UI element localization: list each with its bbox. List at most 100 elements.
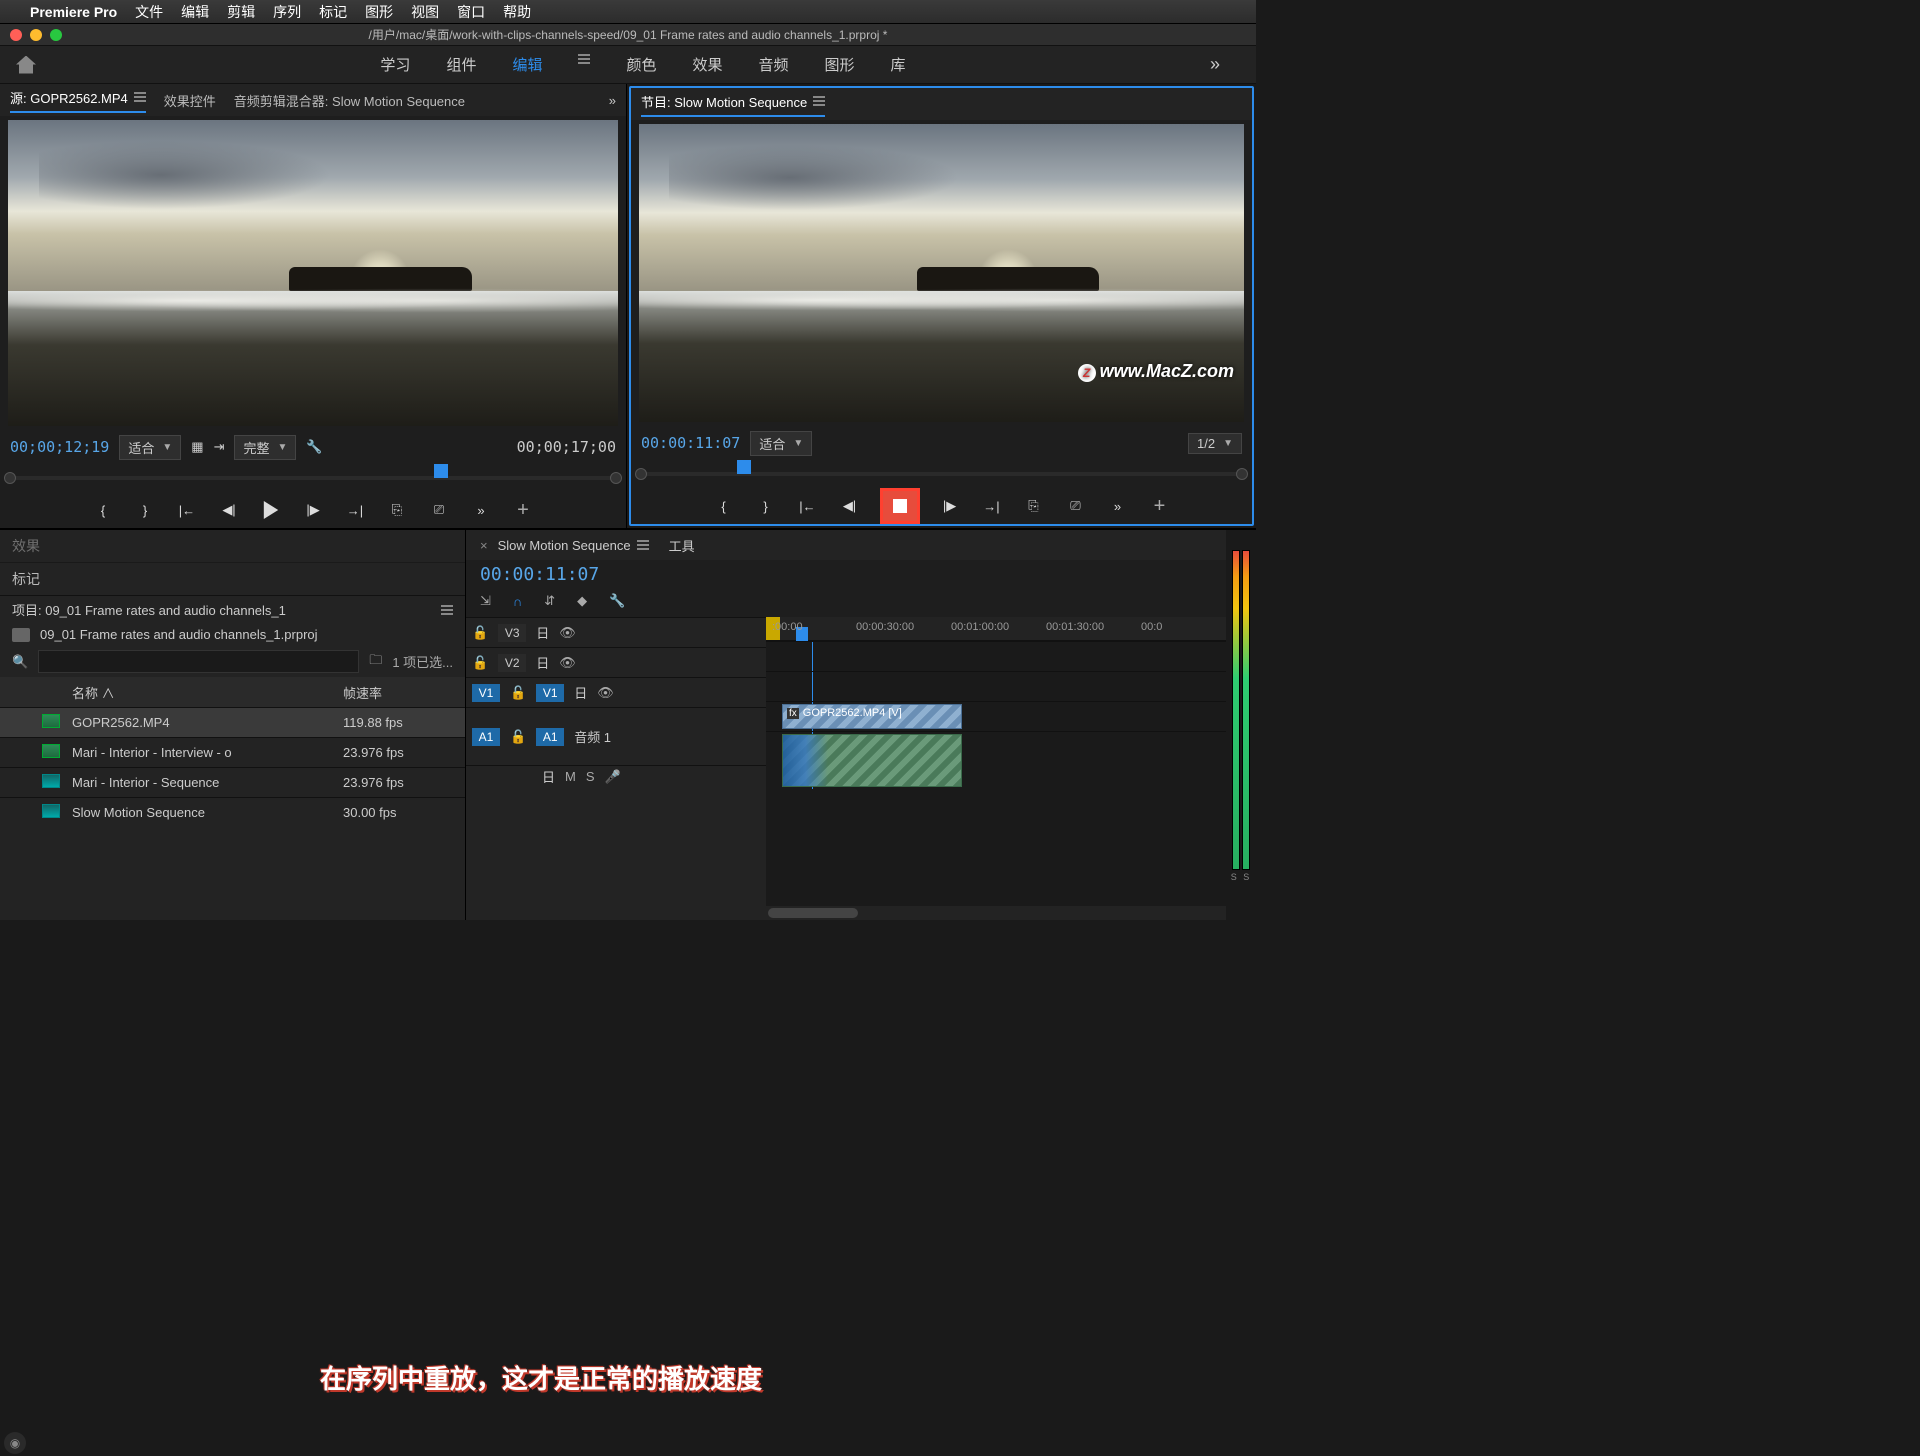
tab-program-menu-icon[interactable] bbox=[813, 96, 825, 106]
source-patch-a1[interactable]: A1 bbox=[472, 728, 500, 746]
creative-cloud-icon[interactable]: ◉ bbox=[4, 1432, 26, 1454]
source-tabs-overflow-icon[interactable]: » bbox=[609, 93, 616, 108]
step-back-icon[interactable]: ◀| bbox=[217, 498, 241, 522]
source-patch-v1[interactable]: V1 bbox=[472, 684, 500, 702]
toggle-output-icon[interactable]: 日 bbox=[536, 623, 549, 642]
source-settings-icon[interactable]: 🔧 bbox=[306, 439, 322, 455]
workspace-effects[interactable]: 效果 bbox=[692, 54, 722, 75]
step-forward-icon[interactable]: |▶ bbox=[938, 494, 962, 518]
col-name-header[interactable]: 名称 ∧ bbox=[72, 683, 343, 702]
source-resolution-dropdown[interactable]: 完整▼ bbox=[234, 435, 296, 460]
lock-icon[interactable]: 🔓 bbox=[510, 685, 526, 701]
menu-edit[interactable]: 编辑 bbox=[181, 2, 209, 22]
settings-icon[interactable]: ▦ bbox=[191, 439, 203, 455]
eye-icon[interactable]: 👁 bbox=[559, 655, 576, 671]
lock-icon[interactable]: 🔓 bbox=[472, 655, 488, 671]
a1-lane[interactable] bbox=[766, 731, 1226, 789]
program-zoom-dropdown[interactable]: 适合▼ bbox=[750, 431, 812, 456]
source-zoom-dropdown[interactable]: 适合▼ bbox=[119, 435, 181, 460]
transport-overflow-icon[interactable]: » bbox=[469, 498, 493, 522]
time-ruler[interactable]: :00:00 00:00:30:00 00:01:00:00 00:01:30:… bbox=[766, 617, 1226, 641]
close-tab-icon[interactable]: × bbox=[480, 538, 488, 553]
v2-lane[interactable] bbox=[766, 671, 1226, 701]
track-target-a1[interactable]: A1 bbox=[536, 728, 564, 746]
extract-icon[interactable]: ⎚ bbox=[1064, 494, 1088, 518]
toggle-output-icon[interactable]: 日 bbox=[536, 653, 549, 672]
stop-button[interactable] bbox=[880, 488, 920, 524]
mark-out-icon[interactable]: } bbox=[133, 498, 157, 522]
mark-in-icon[interactable]: { bbox=[712, 494, 736, 518]
snap-icon[interactable]: ∩ bbox=[513, 594, 522, 609]
mute-button[interactable]: M bbox=[565, 769, 576, 784]
safe-margins-icon[interactable]: ⇥ bbox=[214, 439, 225, 455]
audio-clip[interactable] bbox=[782, 734, 962, 787]
lock-icon[interactable]: 🔓 bbox=[510, 729, 526, 745]
workspace-color[interactable]: 颜色 bbox=[626, 54, 656, 75]
tab-effect-controls[interactable]: 效果控件 bbox=[164, 91, 216, 110]
timeline-zoom-scrollbar[interactable] bbox=[766, 906, 1226, 920]
toggle-output-icon[interactable]: 日 bbox=[574, 683, 587, 702]
workspace-libraries[interactable]: 库 bbox=[891, 54, 906, 75]
track-label[interactable]: V3 bbox=[498, 624, 526, 642]
marker-icon[interactable]: ◆ bbox=[577, 593, 587, 609]
eye-icon[interactable]: 👁 bbox=[559, 625, 576, 641]
workspace-editing[interactable]: 编辑 bbox=[512, 54, 542, 75]
track-v3[interactable]: 🔓 V3 日 👁 bbox=[466, 617, 766, 647]
tab-source-menu-icon[interactable] bbox=[134, 92, 146, 102]
workspace-graphics[interactable]: 图形 bbox=[825, 54, 855, 75]
program-monitor[interactable]: Zwww.MacZ.com bbox=[639, 124, 1244, 422]
button-editor-icon[interactable]: + bbox=[511, 498, 535, 522]
go-to-in-icon[interactable]: |← bbox=[175, 498, 199, 522]
workspace-overflow-icon[interactable]: » bbox=[1190, 54, 1240, 75]
effects-panel-label[interactable]: 效果 bbox=[0, 530, 465, 563]
fx-badge[interactable]: fx bbox=[787, 708, 799, 719]
source-monitor[interactable] bbox=[8, 120, 618, 426]
project-panel-menu-icon[interactable] bbox=[441, 605, 453, 615]
video-clip[interactable]: fxGOPR2562.MP4 [V] bbox=[782, 704, 962, 729]
timeline-timecode[interactable]: 00:00:11:07 bbox=[480, 564, 599, 585]
menu-help[interactable]: 帮助 bbox=[503, 2, 531, 22]
track-target-v1[interactable]: V1 bbox=[536, 684, 564, 702]
bin-icon[interactable] bbox=[12, 628, 30, 642]
step-forward-icon[interactable]: |▶ bbox=[301, 498, 325, 522]
menu-view[interactable]: 视图 bbox=[411, 2, 439, 22]
go-to-in-icon[interactable]: |← bbox=[796, 494, 820, 518]
sequence-tab-menu-icon[interactable] bbox=[637, 540, 649, 550]
menu-file[interactable]: 文件 bbox=[135, 2, 163, 22]
col-fps-header[interactable]: 帧速率 bbox=[343, 683, 453, 702]
program-scrubber[interactable] bbox=[641, 460, 1242, 488]
insert-icon[interactable]: ⎘ bbox=[385, 498, 409, 522]
table-row[interactable]: Slow Motion Sequence 30.00 fps bbox=[0, 797, 465, 827]
workspace-assembly[interactable]: 组件 bbox=[446, 54, 476, 75]
workspace-audio[interactable]: 音频 bbox=[759, 54, 789, 75]
track-a1[interactable]: A1🔓A1音频 1 bbox=[466, 707, 766, 765]
table-row[interactable]: GOPR2562.MP4 119.88 fps bbox=[0, 707, 465, 737]
timeline-settings-icon[interactable]: 🔧 bbox=[609, 593, 625, 609]
tab-audio-mixer[interactable]: 音频剪辑混合器: Slow Motion Sequence bbox=[234, 91, 465, 110]
markers-panel-label[interactable]: 标记 bbox=[0, 563, 465, 596]
home-icon[interactable] bbox=[16, 56, 36, 74]
workspace-learn[interactable]: 学习 bbox=[380, 54, 410, 75]
table-row[interactable]: Mari - Interior - Sequence 23.976 fps bbox=[0, 767, 465, 797]
track-v1[interactable]: V1 🔓 V1 日 👁 bbox=[466, 677, 766, 707]
overwrite-icon[interactable]: ⎚ bbox=[427, 498, 451, 522]
v1-lane[interactable]: fxGOPR2562.MP4 [V] bbox=[766, 701, 1226, 731]
button-editor-icon[interactable]: + bbox=[1148, 494, 1172, 518]
source-timecode-in[interactable]: 00;00;12;19 bbox=[10, 438, 109, 456]
tab-program[interactable]: 节目: Slow Motion Sequence bbox=[641, 92, 825, 117]
track-v2[interactable]: 🔓V2日👁 bbox=[466, 647, 766, 677]
source-playhead-icon[interactable] bbox=[434, 464, 448, 478]
lock-icon[interactable]: 🔓 bbox=[472, 625, 488, 641]
eye-icon[interactable]: 👁 bbox=[597, 685, 614, 701]
solo-button[interactable]: S bbox=[586, 769, 595, 784]
voiceover-icon[interactable]: 🎤 bbox=[605, 769, 621, 785]
linked-selection-icon[interactable]: ⇵ bbox=[544, 593, 555, 609]
step-back-icon[interactable]: ◀| bbox=[838, 494, 862, 518]
go-to-out-icon[interactable]: →| bbox=[980, 494, 1004, 518]
timeline-tracks[interactable]: :00:00 00:00:30:00 00:01:00:00 00:01:30:… bbox=[766, 617, 1226, 920]
source-timecode-out[interactable]: 00;00;17;00 bbox=[517, 438, 616, 456]
toggle-output-icon[interactable]: 日 bbox=[542, 767, 555, 786]
menu-marker[interactable]: 标记 bbox=[319, 2, 347, 22]
program-timecode-in[interactable]: 00:00:11:07 bbox=[641, 434, 740, 452]
menu-window[interactable]: 窗口 bbox=[457, 2, 485, 22]
